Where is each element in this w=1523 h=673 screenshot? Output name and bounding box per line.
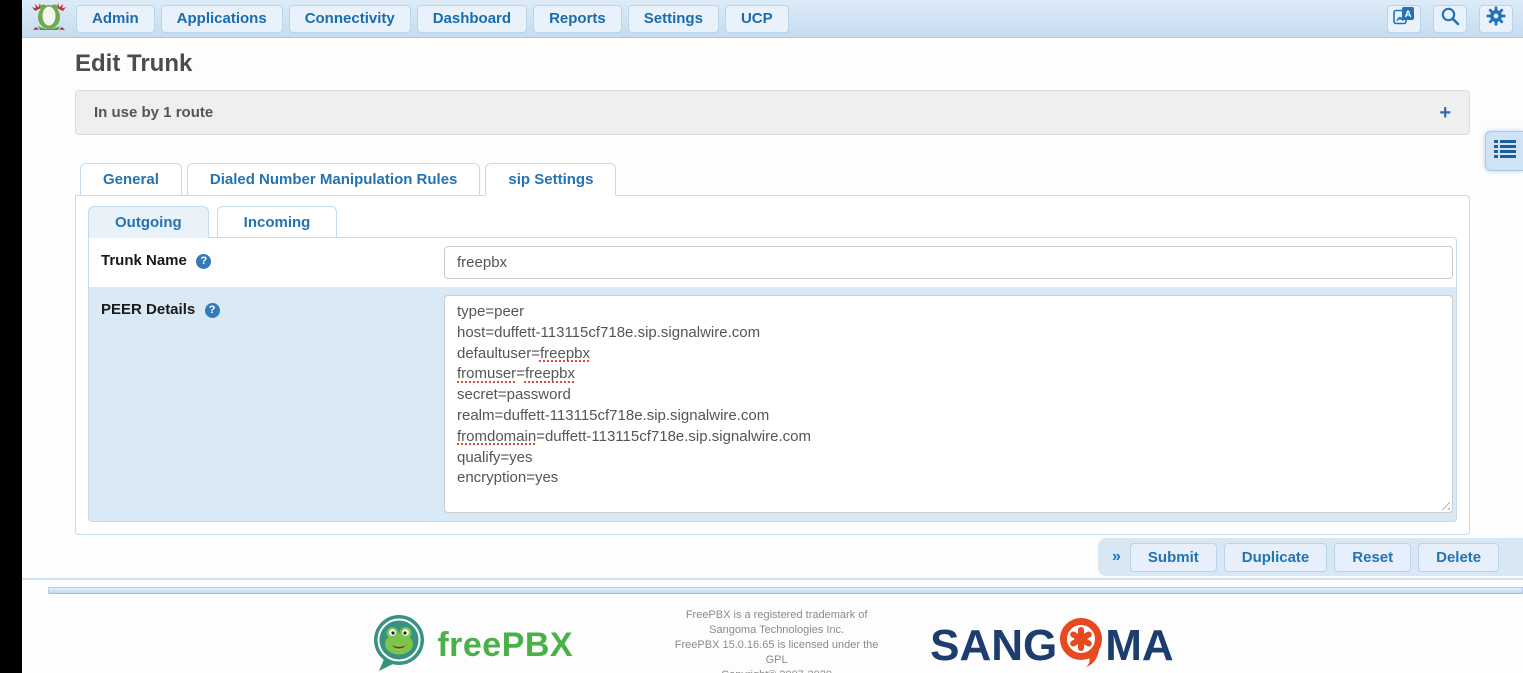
tab-general[interactable]: General [80,163,182,196]
side-panel-toggle-button[interactable] [1485,131,1523,171]
peer-details-row: PEER Details ? type=peer host=duffett-11… [89,287,1456,521]
sangoma-wordmark-right: MA [1105,624,1173,668]
submit-button[interactable]: Submit [1130,543,1217,572]
legal-line: Sangoma Technologies Inc. [669,623,884,638]
resize-grip[interactable] [1438,498,1450,510]
list-icon [1494,139,1516,164]
peer-details-label: PEER Details [101,301,195,318]
legal-line: FreePBX is a registered trademark of [669,608,884,623]
frog-icon [31,1,67,36]
language-icon: A [1393,6,1415,31]
expand-plus-icon[interactable]: + [1439,103,1451,123]
nav-item-admin[interactable]: Admin [76,5,155,33]
usage-panel[interactable]: In use by 1 route + [75,90,1470,135]
nav-item-settings[interactable]: Settings [628,5,719,33]
nav-menu: Admin Applications Connectivity Dashboar… [76,5,789,33]
left-black-strip [0,0,22,673]
legal-line: FreePBX 15.0.16.65 is licensed under the… [669,638,884,668]
page: Admin Applications Connectivity Dashboar… [22,0,1523,673]
direction-subtabs: Outgoing Incoming [88,206,1457,238]
trunk-name-field-cell [444,238,1456,287]
sangoma-wordmark-left: SANG [930,624,1057,668]
footer-legal-text: FreePBX is a registered trademark of San… [669,608,884,673]
tab-dialed-number-manipulation-rules[interactable]: Dialed Number Manipulation Rules [187,163,481,196]
trunk-name-label: Trunk Name [101,252,187,269]
nav-item-connectivity[interactable]: Connectivity [289,5,411,33]
main-content: Edit Trunk In use by 1 route + General D… [22,38,1523,576]
reset-button[interactable]: Reset [1334,543,1411,572]
subtab-incoming[interactable]: Incoming [217,206,338,238]
trunk-name-label-cell: Trunk Name ? [89,238,444,287]
sangoma-o-asterisk-icon [1058,617,1104,673]
trunk-name-input[interactable] [444,246,1453,279]
sip-settings-panel: Outgoing Incoming Trunk Name ? [75,195,1470,535]
nav-item-reports[interactable]: Reports [533,5,622,33]
content-bottom-rule [22,578,1523,580]
nav-item-ucp[interactable]: UCP [725,5,789,33]
delete-button[interactable]: Delete [1418,543,1499,572]
help-icon[interactable]: ? [196,254,211,269]
nav-item-dashboard[interactable]: Dashboard [417,5,527,33]
trunk-name-row: Trunk Name ? [89,238,1456,287]
nav-item-applications[interactable]: Applications [161,5,283,33]
gear-icon [1486,6,1506,31]
tab-sip-settings[interactable]: sip Settings [485,163,616,196]
peer-details-label-cell: PEER Details ? [89,287,444,521]
subtab-outgoing[interactable]: Outgoing [88,206,209,238]
action-toolbar: » Submit Duplicate Reset Delete [1098,538,1523,576]
outgoing-panel: Trunk Name ? PEER Details ? [88,237,1457,522]
freepbx-frog-logo[interactable] [30,3,68,35]
peer-details-field-cell: type=peer host=duffett-113115cf718e.sip.… [444,287,1456,521]
freepbx-wordmark: freePBX [437,626,573,665]
screen: Admin Applications Connectivity Dashboar… [0,0,1523,673]
main-tabs: General Dialed Number Manipulation Rules… [80,163,1470,195]
help-icon[interactable]: ? [205,303,220,318]
freepbx-bubble-frog-icon [371,613,427,673]
top-navbar: Admin Applications Connectivity Dashboar… [22,0,1523,38]
usage-panel-text: In use by 1 route [94,104,213,121]
peer-details-textarea[interactable]: type=peer host=duffett-113115cf718e.sip.… [444,295,1453,513]
duplicate-button[interactable]: Duplicate [1224,543,1328,572]
legal-line: Copyright© 2007-2020 [669,668,884,673]
language-button[interactable]: A [1387,5,1421,33]
freepbx-footer-logo[interactable]: freePBX [371,613,573,673]
page-title: Edit Trunk [75,50,1470,78]
footer: freePBX FreePBX is a registered trademar… [22,594,1523,673]
search-button[interactable] [1433,5,1467,33]
sangoma-logo[interactable]: SANG MA [930,617,1174,673]
search-icon [1440,6,1460,31]
footer-divider [48,587,1523,594]
settings-button[interactable] [1479,5,1513,33]
svg-text:A: A [1405,9,1412,20]
toolbar-collapse-chevrons[interactable]: » [1112,548,1121,566]
